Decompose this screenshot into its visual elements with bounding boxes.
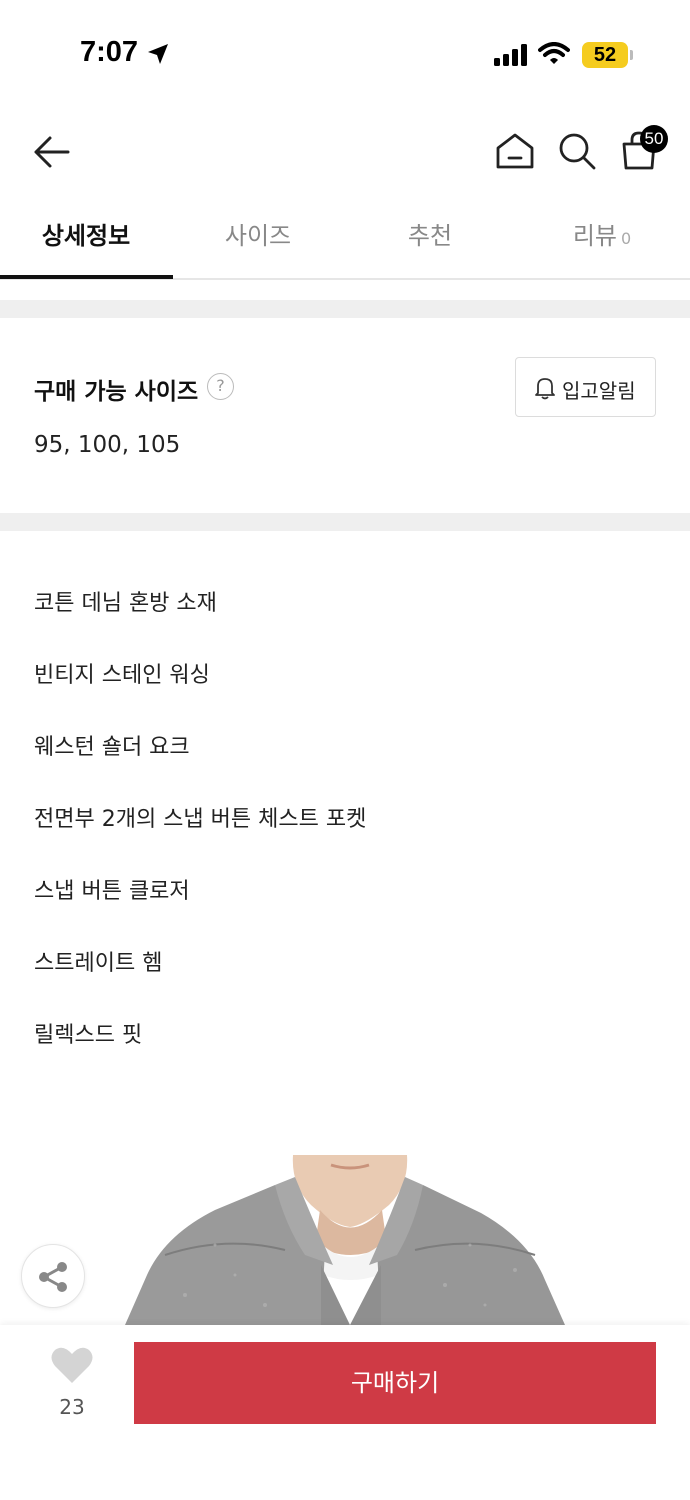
tab-bar: 상세정보 사이즈 추천 리뷰 0 <box>0 200 690 280</box>
top-nav <box>0 110 690 190</box>
status-time: 7:07 <box>80 36 139 68</box>
like-count: 23 <box>59 1395 85 1419</box>
tab-review[interactable]: 리뷰 0 <box>516 200 688 278</box>
search-icon[interactable] <box>556 130 598 172</box>
buy-button[interactable]: 구매하기 <box>134 1342 656 1424</box>
feature-item: 릴렉스드 핏 <box>34 1023 143 1048</box>
available-sizes-title: 구매 가능 사이즈 <box>34 379 199 405</box>
tab-label: 상세정보 <box>41 222 131 250</box>
battery-cap <box>630 50 633 60</box>
home-icon[interactable] <box>494 130 536 172</box>
battery-level: 52 <box>593 44 617 66</box>
available-sizes-values: 95, 100, 105 <box>34 432 181 458</box>
bell-icon <box>535 378 555 400</box>
signal-icon <box>494 44 527 66</box>
tab-label: 리뷰 <box>572 222 617 250</box>
review-count: 0 <box>620 229 632 248</box>
status-bar: 7:07 52 <box>0 0 690 100</box>
tab-label: 사이즈 <box>224 222 292 250</box>
battery-indicator: 52 <box>582 42 628 68</box>
restock-alert-label: 입고알림 <box>562 379 636 403</box>
back-arrow-icon[interactable] <box>30 130 74 174</box>
feature-item: 웨스턴 숄더 요크 <box>34 735 190 760</box>
tab-details[interactable]: 상세정보 <box>0 200 172 278</box>
tab-recommend[interactable]: 추천 <box>344 200 516 278</box>
bottom-action-bar: 23 구매하기 <box>0 1325 690 1500</box>
section-divider <box>0 300 690 318</box>
restock-alert-button[interactable]: 입고알림 <box>515 357 656 417</box>
feature-item: 코튼 데님 혼방 소재 <box>34 591 217 616</box>
active-tab-indicator <box>0 275 173 279</box>
feature-item: 스트레이트 헴 <box>34 951 163 976</box>
tab-label: 추천 <box>407 222 453 250</box>
share-button[interactable] <box>21 1244 85 1308</box>
location-arrow-icon <box>148 44 168 64</box>
feature-item: 전면부 2개의 스냅 버튼 체스트 포켓 <box>34 807 367 832</box>
wifi-icon <box>538 42 570 64</box>
section-divider <box>0 513 690 531</box>
heart-icon <box>51 1347 93 1383</box>
like-button[interactable]: 23 <box>40 1343 104 1423</box>
cart-count-badge: 50 <box>640 125 668 153</box>
product-image <box>125 1155 565 1325</box>
share-icon <box>39 1262 67 1292</box>
feature-item: 스냅 버튼 클로저 <box>34 879 190 904</box>
tab-size[interactable]: 사이즈 <box>172 200 344 278</box>
help-icon[interactable]: ? <box>207 373 234 400</box>
feature-item: 빈티지 스테인 워싱 <box>34 663 210 688</box>
